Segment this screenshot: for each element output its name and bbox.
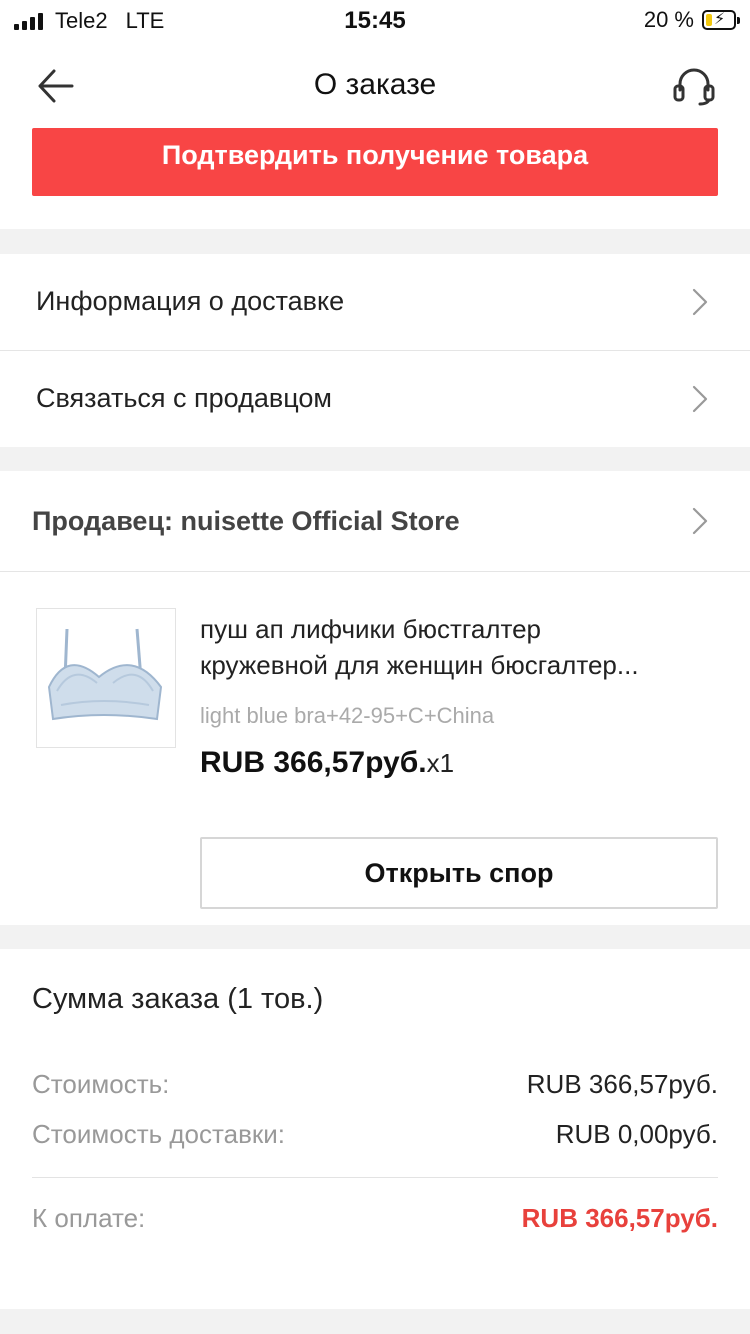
status-right: 20 % ⚡ — [643, 7, 740, 33]
clock: 15:45 — [344, 7, 406, 34]
chevron-right-icon — [692, 385, 708, 413]
seller-row[interactable]: Продавец: nuisette Official Store — [0, 471, 750, 571]
summary-value: RUB 0,00руб. — [555, 1119, 718, 1149]
summary-row-total: К оплате: RUB 366,57руб. — [32, 1203, 718, 1239]
summary-key: К оплате: — [32, 1203, 146, 1233]
chevron-right-icon — [692, 288, 708, 316]
confirm-section: Подтвердить получение товара — [0, 128, 750, 229]
status-bar: Tele2 LTE 15:45 20 % ⚡ — [0, 0, 750, 44]
open-dispute-button[interactable]: Открыть спор — [200, 837, 718, 909]
summary-row-cost: Стоимость: RUB 366,57руб. — [32, 1069, 718, 1105]
total-value: RUB 366,57руб. — [521, 1203, 718, 1233]
order-menu: Информация о доставке Связаться с продав… — [0, 254, 750, 447]
bra-product-image — [37, 609, 175, 747]
product-title-line: кружевной для женщин бюсгалтер... — [200, 650, 639, 680]
product-price: RUB 366,57руб. — [200, 746, 427, 779]
menu-item-delivery-info[interactable]: Информация о доставке — [0, 254, 750, 350]
summary-title: Сумма заказа (1 тов.) — [32, 983, 324, 1015]
summary-value: RUB 366,57руб. — [526, 1069, 718, 1099]
battery-percent: 20 % — [643, 7, 694, 32]
summary-row-shipping: Стоимость доставки: RUB 0,00руб. — [32, 1119, 718, 1155]
order-summary: Сумма заказа (1 тов.) Стоимость: RUB 366… — [0, 949, 750, 1309]
divider — [32, 1177, 718, 1178]
headset-icon — [673, 68, 715, 106]
page-title: О заказе — [313, 68, 437, 101]
product-quantity: x1 — [426, 748, 455, 778]
summary-key: Стоимость: — [32, 1069, 170, 1099]
product-title-line: пуш ап лифчики бюстгалтер — [200, 614, 542, 644]
battery-icon: ⚡ — [702, 10, 740, 30]
summary-key: Стоимость доставки: — [32, 1119, 286, 1149]
confirm-receipt-button[interactable]: Подтвердить получение товара — [32, 128, 718, 196]
divider — [0, 571, 750, 572]
product-price-row: RUB 366,57руб.x1 — [200, 746, 454, 780]
support-button[interactable] — [672, 66, 716, 106]
chevron-right-icon — [692, 507, 708, 535]
seller-name: Продавец: nuisette Official Store — [32, 506, 460, 536]
menu-item-label: Информация о доставке — [36, 286, 345, 316]
product-image[interactable] — [36, 608, 176, 748]
product-title[interactable]: пуш ап лифчики бюстгалтер кружевной для … — [200, 611, 720, 683]
menu-item-label: Связаться с продавцом — [36, 383, 332, 413]
nav-bar: О заказе — [0, 44, 750, 128]
product-sku: light blue bra+42-95+C+China — [200, 703, 495, 728]
order-card: Продавец: nuisette Official Store пуш ап… — [0, 471, 750, 925]
menu-item-contact-seller[interactable]: Связаться с продавцом — [0, 351, 750, 447]
